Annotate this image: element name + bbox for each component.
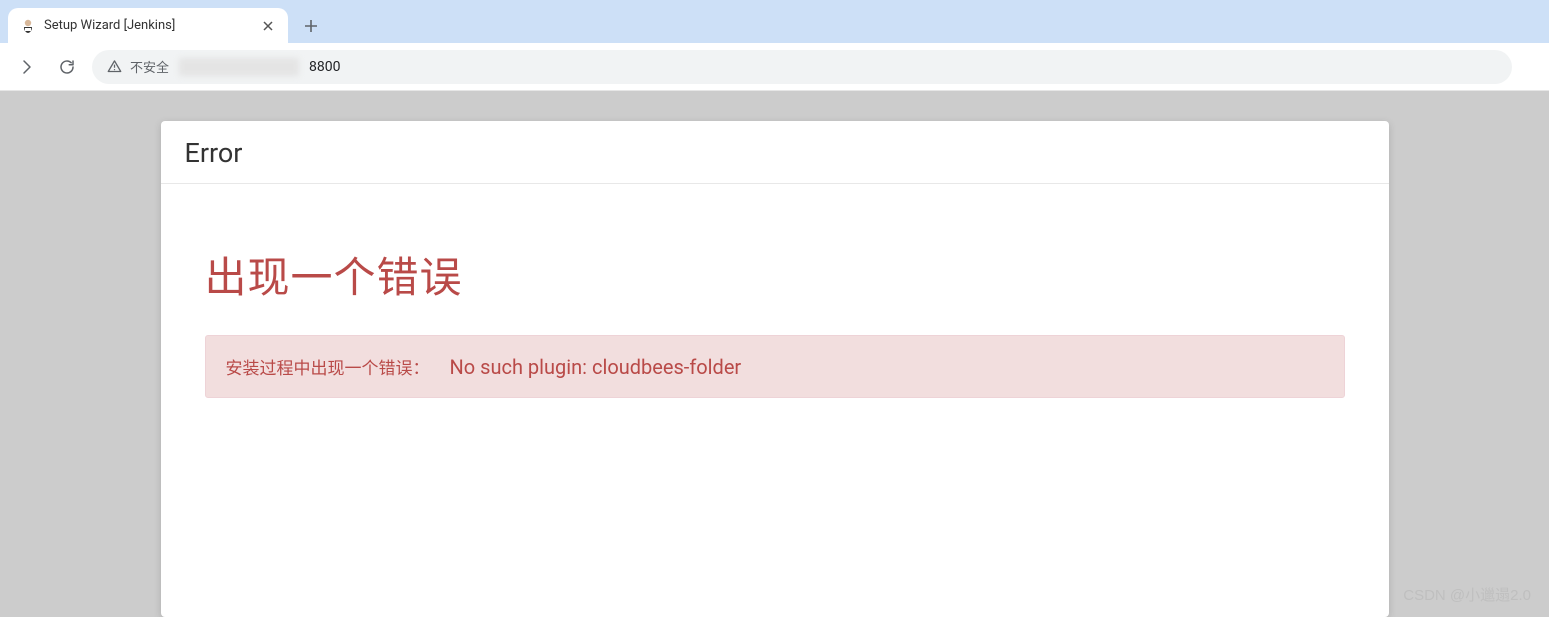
browser-tab-strip: Setup Wizard [Jenkins]: [0, 0, 1549, 43]
new-tab-button[interactable]: [296, 11, 326, 41]
error-heading: 出现一个错误: [205, 244, 1345, 305]
watermark: CSDN @小邋遢2.0: [1403, 584, 1531, 605]
url-suffix: 8800: [309, 59, 340, 75]
jenkins-favicon: [20, 18, 36, 34]
error-modal: Error 出现一个错误 安装过程中出现一个错误： No such plugin…: [161, 121, 1389, 617]
error-alert-label: 安装过程中出现一个错误：: [226, 354, 430, 379]
tab-title: Setup Wizard [Jenkins]: [44, 18, 252, 33]
reload-button[interactable]: [52, 52, 82, 82]
browser-tab[interactable]: Setup Wizard [Jenkins]: [8, 8, 288, 43]
url-redacted: [179, 58, 299, 76]
modal-body: 出现一个错误 安装过程中出现一个错误： No such plugin: clou…: [161, 184, 1389, 442]
address-bar[interactable]: 不安全 8800: [92, 50, 1512, 84]
page-viewport: Error 出现一个错误 安装过程中出现一个错误： No such plugin…: [0, 91, 1549, 617]
not-secure-icon: [106, 59, 122, 75]
security-label: 不安全: [130, 57, 169, 76]
browser-toolbar: 不安全 8800: [0, 43, 1549, 91]
modal-header: Error: [161, 121, 1389, 184]
tab-close-icon[interactable]: [260, 18, 276, 34]
error-alert-message: No such plugin: cloudbees-folder: [450, 355, 742, 379]
error-alert: 安装过程中出现一个错误： No such plugin: cloudbees-f…: [205, 335, 1345, 398]
modal-title: Error: [185, 137, 1365, 169]
forward-button[interactable]: [12, 52, 42, 82]
